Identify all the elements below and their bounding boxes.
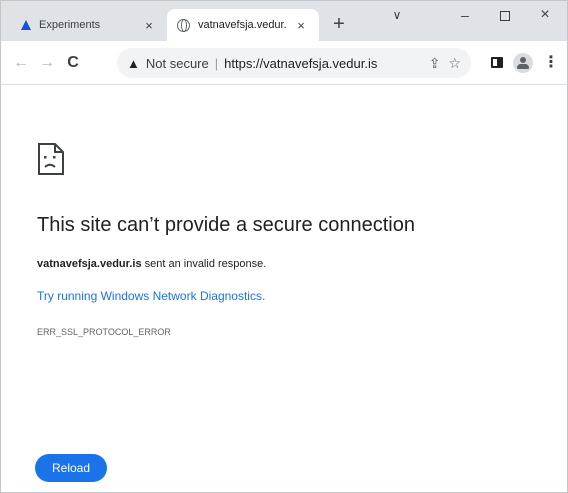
diagnostics-line: Try running Windows Network Diagnostics. (37, 289, 265, 303)
maximize-icon (500, 11, 510, 22)
share-icon[interactable]: ⇪ (429, 55, 441, 72)
side-panel-button[interactable] (483, 49, 511, 77)
page-content: This site can’t provide a secure connect… (1, 86, 567, 492)
error-host: vatnavefsja.vedur.is (37, 258, 142, 270)
toolbar: ← → C ▲ Not secure | https://vatnavefsja… (1, 41, 567, 85)
maximize-button[interactable] (489, 5, 521, 27)
url-separator: | (214, 55, 219, 71)
tab-search-button[interactable]: ∨ (381, 5, 413, 27)
error-title: This site can’t provide a secure connect… (37, 214, 415, 236)
tab-title: Experiments (39, 19, 101, 31)
close-window-button[interactable]: × (529, 5, 561, 27)
browser-window: Experiments × vatnavefsja.vedur. × + ∨ –… (0, 0, 568, 493)
reload-icon[interactable]: C (59, 49, 87, 77)
avatar-icon (513, 52, 533, 73)
flask-favicon-icon (21, 20, 31, 30)
new-tab-button[interactable]: + (327, 13, 351, 37)
back-button[interactable]: ← (7, 49, 35, 77)
url-text[interactable]: https://vatnavefsja.vedur.is (224, 56, 421, 71)
reload-button[interactable]: Reload (35, 454, 107, 482)
bookmark-star-icon[interactable]: ☆ (448, 55, 461, 72)
profile-button[interactable] (509, 49, 537, 77)
tab-vatnavefsja[interactable]: vatnavefsja.vedur. × (167, 9, 319, 41)
network-diagnostics-link[interactable]: Try running Windows Network Diagnostics (37, 289, 262, 303)
tab-experiments[interactable]: Experiments × (11, 9, 167, 41)
error-description: vatnavefsja.vedur.is sent an invalid res… (37, 258, 266, 270)
security-status[interactable]: Not secure (146, 56, 209, 71)
warning-icon[interactable]: ▲ (127, 56, 140, 71)
forward-button[interactable]: → (33, 49, 61, 77)
sad-page-icon (38, 143, 64, 175)
tab-strip: Experiments × vatnavefsja.vedur. × + ∨ –… (1, 1, 567, 41)
diagnostics-period: . (261, 289, 266, 303)
tab-close-icon[interactable]: × (293, 18, 309, 33)
error-description-text: sent an invalid response. (141, 258, 267, 270)
globe-favicon-icon (177, 18, 190, 32)
tab-close-icon[interactable]: × (141, 18, 157, 33)
address-bar[interactable]: ▲ Not secure | https://vatnavefsja.vedur… (117, 48, 471, 78)
tab-title: vatnavefsja.vedur. (198, 19, 287, 31)
minimize-button[interactable]: – (449, 5, 481, 27)
side-panel-icon (491, 57, 503, 69)
menu-button[interactable]: ⋮ (537, 49, 565, 77)
error-code: ERR_SSL_PROTOCOL_ERROR (37, 327, 171, 337)
